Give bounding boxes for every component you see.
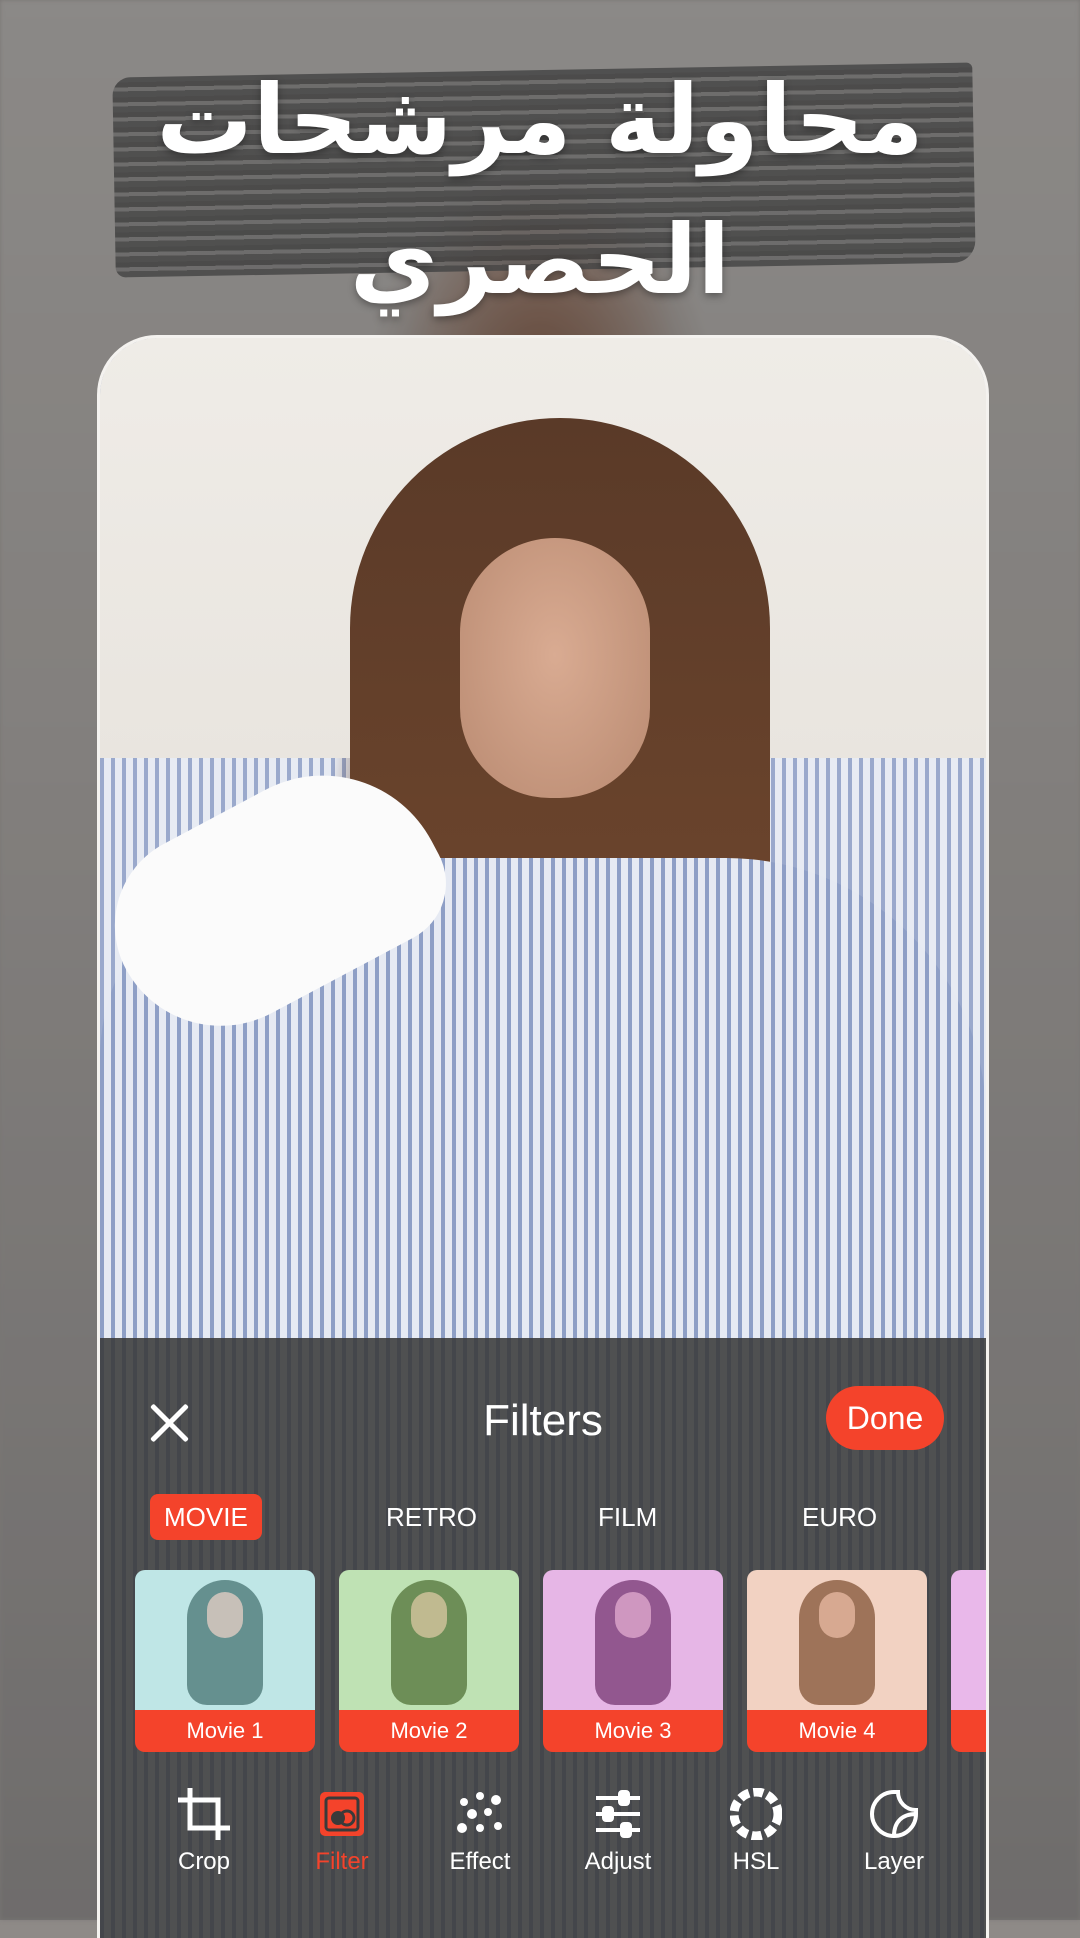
tool-label: Crop (177, 1848, 231, 1875)
filter-thumb-image (135, 1570, 315, 1710)
thumb-face (207, 1592, 243, 1638)
filter-thumb-image (747, 1570, 927, 1710)
filter-thumb-movie-2[interactable]: Movie 2 (339, 1570, 519, 1752)
tool-filter[interactable]: Filter (282, 1778, 402, 1876)
filter-thumb-label: Movie 4 (747, 1710, 927, 1752)
tab-euro[interactable]: EURO (788, 1494, 891, 1540)
filters-panel: Filters Done MOVIE RETRO FILM EURO Movie… (100, 1338, 986, 1938)
tool-label: Filter (315, 1848, 369, 1875)
filter-thumb-movie-1[interactable]: Movie 1 (135, 1570, 315, 1752)
tab-film[interactable]: FILM (584, 1494, 671, 1540)
filter-thumb-movie-4[interactable]: Movie 4 (747, 1570, 927, 1752)
filter-thumb-label (951, 1710, 986, 1752)
bottom-toolbar: Crop Filter Effect Adjust HSL Layer (100, 1778, 986, 1918)
thumb-face (819, 1592, 855, 1638)
tab-movie[interactable]: MOVIE (150, 1494, 262, 1540)
headline-line-2: الحصري (349, 204, 731, 316)
tab-retro[interactable]: RETRO (372, 1494, 491, 1540)
promo-headline: محاولة مرشحات الحصري (100, 30, 980, 320)
tool-crop[interactable]: Crop (144, 1778, 264, 1876)
tool-adjust[interactable]: Adjust (558, 1778, 678, 1876)
layer-icon (868, 1788, 920, 1840)
filter-category-tabs: MOVIE RETRO FILM EURO (100, 1494, 986, 1544)
filter-thumb-label: Movie 3 (543, 1710, 723, 1752)
effect-icon (454, 1788, 506, 1840)
tool-hsl[interactable]: HSL (696, 1778, 816, 1876)
filter-thumbnails: Movie 1 Movie 2 Movie 3 Movie 4 (135, 1570, 986, 1754)
filter-thumb-movie-3[interactable]: Movie 3 (543, 1570, 723, 1752)
filter-thumb-movie-5[interactable] (951, 1570, 986, 1752)
thumb-face (615, 1592, 651, 1638)
filter-thumb-image (543, 1570, 723, 1710)
filter-icon (316, 1788, 368, 1840)
tool-effect[interactable]: Effect (420, 1778, 540, 1876)
hsl-icon (729, 1787, 783, 1841)
thumb-face (411, 1592, 447, 1638)
headline-line-1: محاولة مرشحات (156, 64, 924, 176)
tool-label: Layer (863, 1848, 925, 1875)
headline-text: محاولة مرشحات الحصري (100, 50, 980, 330)
filter-thumb-image (339, 1570, 519, 1710)
tool-label: HSL (732, 1848, 780, 1875)
filter-thumb-image (951, 1570, 986, 1710)
tool-label: Effect (449, 1848, 511, 1875)
crop-icon (177, 1787, 231, 1841)
photo-face (460, 538, 650, 798)
filter-thumb-label: Movie 2 (339, 1710, 519, 1752)
done-button[interactable]: Done (826, 1386, 944, 1450)
filter-thumb-label: Movie 1 (135, 1710, 315, 1752)
tool-layer[interactable]: Layer (834, 1778, 954, 1876)
phone-preview-card: Filters Done MOVIE RETRO FILM EURO Movie… (97, 335, 989, 1938)
adjust-icon (592, 1788, 644, 1840)
tool-label: Adjust (584, 1848, 652, 1875)
